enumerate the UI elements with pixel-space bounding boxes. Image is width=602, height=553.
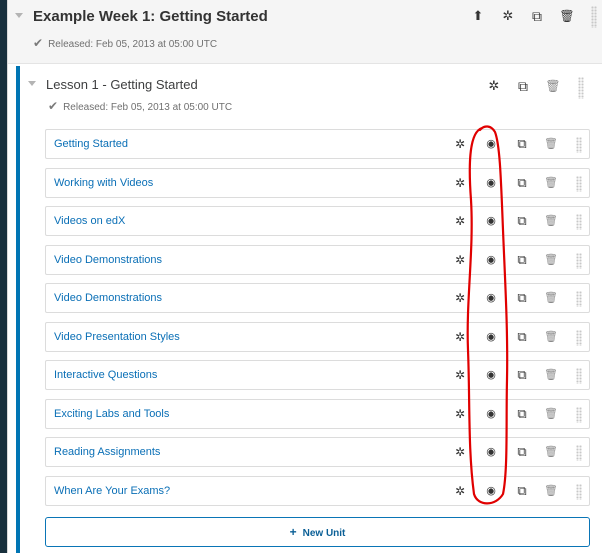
- gear-icon[interactable]: ✲: [452, 445, 468, 459]
- copy-icon[interactable]: ⧉: [514, 176, 530, 190]
- subsection-trash-icon[interactable]: 🗑: [545, 79, 561, 93]
- gear-icon[interactable]: ✲: [452, 253, 468, 267]
- copy-icon[interactable]: ⧉: [529, 9, 545, 23]
- unit-title[interactable]: Video Demonstrations: [54, 292, 162, 304]
- eye-icon[interactable]: ◉: [483, 484, 499, 498]
- drag-handle[interactable]: [576, 214, 582, 230]
- section-released-text: Released: Feb 05, 2013 at 05:00 UTC: [48, 39, 218, 50]
- subsection-gear-icon[interactable]: ✲: [486, 79, 502, 93]
- copy-icon[interactable]: ⧉: [514, 484, 530, 498]
- section-drag-handle[interactable]: [591, 6, 597, 28]
- gear-icon[interactable]: ✲: [452, 214, 468, 228]
- subsection-title[interactable]: Lesson 1 - Getting Started: [46, 77, 198, 92]
- eye-icon[interactable]: ◉: [483, 176, 499, 190]
- copy-icon[interactable]: ⧉: [514, 137, 530, 151]
- unit-title[interactable]: Videos on edX: [54, 215, 125, 227]
- eye-icon[interactable]: ◉: [483, 407, 499, 421]
- eye-icon[interactable]: ◉: [483, 214, 499, 228]
- copy-icon[interactable]: ⧉: [514, 253, 530, 267]
- subsection: Lesson 1 - Getting Started ✔ Released: Fe…: [16, 66, 602, 553]
- drag-handle[interactable]: [576, 368, 582, 384]
- copy-icon[interactable]: ⧉: [514, 330, 530, 344]
- section-title[interactable]: Example Week 1: Getting Started: [33, 8, 268, 25]
- unit-title[interactable]: When Are Your Exams?: [54, 485, 170, 497]
- section-release-status: ✔ Released: Feb 05, 2013 at 05:00 UTC: [33, 36, 217, 50]
- eye-icon[interactable]: ◉: [483, 137, 499, 151]
- copy-icon[interactable]: ⧉: [514, 368, 530, 382]
- gear-icon[interactable]: ✲: [452, 368, 468, 382]
- eye-icon[interactable]: ◉: [483, 368, 499, 382]
- subsection-drag-handle[interactable]: [578, 77, 584, 99]
- gear-icon[interactable]: ✲: [452, 330, 468, 344]
- upload-icon[interactable]: ⬆: [470, 9, 486, 23]
- trash-icon[interactable]: 🗑: [543, 484, 559, 498]
- copy-icon[interactable]: ⧉: [514, 445, 530, 459]
- unit-title[interactable]: Working with Videos: [54, 177, 153, 189]
- unit-title[interactable]: Video Demonstrations: [54, 254, 162, 266]
- trash-icon[interactable]: 🗑: [543, 176, 559, 190]
- gear-icon[interactable]: ✲: [452, 137, 468, 151]
- checkmark-icon: ✔: [33, 36, 44, 50]
- unit-row[interactable]: Reading Assignments ✲ ◉ ⧉ 🗑: [45, 437, 590, 467]
- subsection-released-text: Released: Feb 05, 2013 at 05:00 UTC: [63, 102, 233, 113]
- trash-icon[interactable]: 🗑: [559, 9, 575, 23]
- unit-row[interactable]: Video Demonstrations ✲ ◉ ⧉ 🗑: [45, 245, 590, 275]
- gear-icon[interactable]: ✲: [452, 176, 468, 190]
- eye-icon[interactable]: ◉: [483, 291, 499, 305]
- gear-icon[interactable]: ✲: [452, 291, 468, 305]
- unit-row[interactable]: Exciting Labs and Tools ✲ ◉ ⧉ 🗑: [45, 399, 590, 429]
- copy-icon[interactable]: ⧉: [514, 407, 530, 421]
- gear-icon[interactable]: ✲: [500, 9, 516, 23]
- unit-row[interactable]: Videos on edX ✲ ◉ ⧉ 🗑: [45, 206, 590, 236]
- subsection-release-status: ✔ Released: Feb 05, 2013 at 05:00 UTC: [48, 99, 232, 113]
- plus-icon: +: [289, 525, 297, 539]
- unit-title[interactable]: Getting Started: [54, 138, 128, 150]
- unit-row[interactable]: When Are Your Exams? ✲ ◉ ⧉ 🗑: [45, 476, 590, 506]
- trash-icon[interactable]: 🗑: [543, 137, 559, 151]
- checkmark-icon: ✔: [48, 99, 59, 113]
- unit-row[interactable]: Getting Started ✲ ◉ ⧉ 🗑: [45, 129, 590, 159]
- course-outline: Example Week 1: Getting Started ✔ Release…: [7, 0, 602, 553]
- new-unit-button[interactable]: + New Unit: [45, 517, 590, 547]
- new-unit-label: New Unit: [302, 528, 346, 539]
- trash-icon[interactable]: 🗑: [543, 214, 559, 228]
- trash-icon[interactable]: 🗑: [543, 253, 559, 267]
- trash-icon[interactable]: 🗑: [543, 407, 559, 421]
- drag-handle[interactable]: [576, 253, 582, 269]
- eye-icon[interactable]: ◉: [483, 330, 499, 344]
- unit-row[interactable]: Interactive Questions ✲ ◉ ⧉ 🗑: [45, 360, 590, 390]
- drag-handle[interactable]: [576, 137, 582, 153]
- section-header: Example Week 1: Getting Started ✔ Release…: [8, 0, 602, 64]
- gear-icon[interactable]: ✲: [452, 484, 468, 498]
- unit-row[interactable]: Video Demonstrations ✲ ◉ ⧉ 🗑: [45, 283, 590, 313]
- copy-icon[interactable]: ⧉: [514, 214, 530, 228]
- trash-icon[interactable]: 🗑: [543, 368, 559, 382]
- collapse-subsection-icon[interactable]: [28, 81, 36, 86]
- drag-handle[interactable]: [576, 291, 582, 307]
- gear-icon[interactable]: ✲: [452, 407, 468, 421]
- drag-handle[interactable]: [576, 330, 582, 346]
- eye-icon[interactable]: ◉: [483, 253, 499, 267]
- drag-handle[interactable]: [576, 176, 582, 192]
- unit-title[interactable]: Exciting Labs and Tools: [54, 408, 169, 420]
- unit-title[interactable]: Reading Assignments: [54, 446, 160, 458]
- eye-icon[interactable]: ◉: [483, 445, 499, 459]
- trash-icon[interactable]: 🗑: [543, 445, 559, 459]
- drag-handle[interactable]: [576, 445, 582, 461]
- drag-handle[interactable]: [576, 484, 582, 500]
- collapse-section-icon[interactable]: [15, 13, 23, 18]
- unit-row[interactable]: Video Presentation Styles ✲ ◉ ⧉ 🗑: [45, 322, 590, 352]
- copy-icon[interactable]: ⧉: [514, 291, 530, 305]
- unit-title[interactable]: Interactive Questions: [54, 369, 157, 381]
- trash-icon[interactable]: 🗑: [543, 330, 559, 344]
- trash-icon[interactable]: 🗑: [543, 291, 559, 305]
- unit-title[interactable]: Video Presentation Styles: [54, 331, 180, 343]
- subsection-copy-icon[interactable]: ⧉: [515, 79, 531, 93]
- drag-handle[interactable]: [576, 407, 582, 423]
- unit-row[interactable]: Working with Videos ✲ ◉ ⧉ 🗑: [45, 168, 590, 198]
